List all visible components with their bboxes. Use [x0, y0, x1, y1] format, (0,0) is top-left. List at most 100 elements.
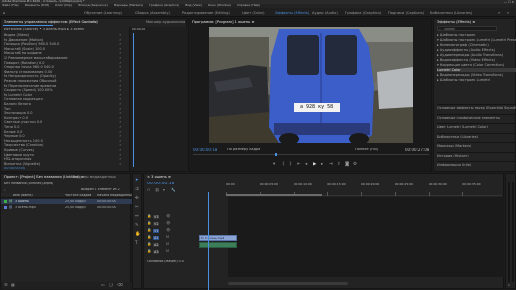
mark-in-icon[interactable]: { — [282, 162, 285, 167]
reset-icon[interactable]: ↺ — [119, 93, 122, 97]
lift-icon[interactable]: ⇪ — [337, 162, 341, 167]
workspace-assembly[interactable]: Сборка (Assembly) — [135, 11, 170, 15]
eye-icon[interactable]: 👁 — [166, 228, 170, 232]
workspace-color[interactable]: Цвет (Color) — [242, 11, 265, 15]
reset-icon[interactable]: ↺ — [119, 157, 122, 161]
reset-icon[interactable]: ↺ — [119, 130, 122, 134]
reset-icon[interactable]: ↺ — [119, 102, 122, 106]
resolution-dropdown[interactable]: Полное (Full) — [355, 148, 378, 152]
project-row[interactable]: ▤ 3 ошень 25,00 кадр/с 00:00:00:00 — [1, 199, 132, 204]
reset-icon[interactable]: ↺ — [119, 120, 122, 124]
tab-program[interactable]: Программа: [Program] 1 ошень ≡ — [192, 20, 254, 24]
reset-icon[interactable]: ↺ — [119, 61, 122, 65]
reset-icon[interactable]: ↺ — [119, 74, 122, 78]
mute-icon[interactable]: M — [166, 249, 169, 253]
effects-section-header[interactable]: Информация (Info) — [437, 161, 516, 166]
effects-tree-item[interactable]: ▸ Шаблоны настроек Lumetri — [437, 78, 516, 82]
header-name[interactable]: Имя (Name) — [13, 194, 33, 197]
track-header[interactable]: 🔒 V1 👁 — [144, 228, 228, 235]
playback-scrubber[interactable] — [193, 154, 429, 155]
reset-icon[interactable]: ↺ — [119, 111, 122, 115]
reset-icon[interactable]: ↺ — [119, 107, 122, 111]
reset-icon[interactable]: ↺ — [119, 79, 122, 83]
effects-tree-item[interactable]: ▸ Видеоэффекты (Video Effects) — [437, 58, 516, 62]
lock-icon[interactable]: 🔒 — [147, 242, 151, 246]
reset-icon[interactable]: ↺ — [119, 47, 122, 51]
trash-icon[interactable]: ⌫ — [117, 283, 123, 287]
reset-icon[interactable]: ↺ — [119, 65, 122, 69]
effects-tree-item[interactable]: ▸ Видеопереходы (Video Transitions) — [437, 73, 516, 77]
effects-section-header[interactable]: История (History) — [437, 151, 516, 157]
clip-header[interactable]: Источник (Source) • 3 осень.mp4 ▸ 3 осен… — [4, 28, 84, 32]
search-icon[interactable]: ⌕ — [4, 188, 6, 192]
effects-search-input[interactable]: lumetri ⌕ — [437, 26, 497, 31]
scrubber-playhead[interactable] — [275, 153, 277, 156]
effects-tree-item[interactable]: ▸ Кинематограф (Cinematic) — [437, 43, 516, 47]
add-marker-icon[interactable]: ▾ — [163, 188, 165, 193]
reset-icon[interactable]: ↺ — [119, 134, 122, 138]
menu-edit[interactable]: Изменить (Edit) — [25, 4, 49, 7]
effects-section-header[interactable]: Основные графические элементы — [437, 113, 516, 119]
track-header[interactable]: 🔒 A3 M — [144, 249, 228, 256]
reset-icon[interactable]: ↺ — [119, 56, 122, 60]
settings-icon[interactable]: ⚙ — [353, 162, 357, 167]
video-clip[interactable]: fx 3 осень.mp4 — [199, 235, 237, 241]
video-frame[interactable]: а 928 ку 58 — [209, 27, 413, 143]
track-label[interactable]: V1 — [153, 228, 160, 233]
audio-clip[interactable] — [199, 242, 237, 248]
reset-icon[interactable]: ↺ — [119, 139, 122, 143]
reset-icon[interactable]: ↺ — [119, 51, 122, 55]
menu-clip[interactable]: Клип (Clip) — [55, 4, 72, 7]
track-header[interactable]: 🔒 V3 👁 — [144, 214, 228, 221]
export-frame-icon[interactable]: ◙ — [345, 162, 349, 167]
track-header[interactable]: 🔒 V2 👁 — [144, 221, 228, 228]
workspace-learning[interactable]: Обучение (Learning) — [84, 11, 122, 15]
reset-icon[interactable]: ↺ — [119, 70, 122, 74]
eye-icon[interactable]: 👁 — [166, 221, 170, 225]
program-timecode[interactable]: 00:00:00:18 — [193, 148, 217, 152]
effects-section-header[interactable]: Цвет Lumetri (Lumetri Color) — [437, 123, 516, 128]
razor-tool-icon[interactable]: ✂ — [135, 205, 139, 210]
play-icon[interactable]: ▶ — [313, 162, 316, 167]
workspace-captions[interactable]: Подписи (Captions) — [388, 11, 424, 15]
reset-icon[interactable]: ↺ — [119, 42, 122, 46]
keyframe-playhead[interactable] — [133, 33, 134, 167]
effects-section-header[interactable]: Основные эффекты звука (Essential Sound) — [437, 104, 516, 109]
icon-view-icon[interactable]: ▦ — [11, 283, 15, 287]
reset-icon[interactable]: ↺ — [119, 143, 122, 147]
list-view-icon[interactable]: ☰ — [4, 283, 8, 287]
menu-sequence[interactable]: Эпизод (Sequence) — [78, 4, 108, 7]
add-marker-icon[interactable]: ▾ — [273, 162, 275, 167]
effect-row[interactable]: Виньетка (Vignette) — [4, 162, 128, 166]
track-label[interactable]: V2 — [153, 221, 160, 226]
track-label[interactable]: A2 — [153, 242, 160, 247]
mark-out-icon[interactable]: } — [289, 162, 292, 167]
hand-tool-icon[interactable]: ✋ — [135, 232, 140, 237]
timeline-scrollbar[interactable] — [228, 282, 348, 285]
effects-tree-item[interactable]: ▸ Аудиопереходы (Audio Transitions) — [437, 53, 516, 57]
menu-view[interactable]: Вид (View) — [185, 4, 202, 7]
tab-audio-clip-mixer[interactable]: Микшер аудиоклипа — [146, 20, 185, 24]
linked-selection-icon[interactable]: ⛓ — [155, 188, 160, 193]
track-label[interactable]: A1 — [153, 235, 160, 240]
tab-media-browser[interactable]: Браузер медиаданных — [73, 175, 116, 179]
effects-tree-item[interactable]: ▾ Коррекция цвета (Color Correction) — [437, 63, 516, 67]
header-media-start[interactable]: Начало медиаданных — [97, 194, 134, 197]
pen-tool-icon[interactable]: ✎ — [135, 223, 139, 228]
fit-dropdown[interactable]: По размеру кадра — [227, 148, 260, 152]
timeline-timecode[interactable]: 00:00:00:18 — [147, 182, 174, 187]
new-bin-icon[interactable]: ▭ — [101, 283, 105, 287]
go-to-in-icon[interactable]: ⇤ — [297, 162, 301, 167]
project-row[interactable]: ▥ 3 осень.mp4 25,00 кадр/с 00:00:00:00 — [1, 205, 132, 210]
header-framerate[interactable]: Частота кадров — [65, 194, 91, 197]
effects-tree-item[interactable]: Lumetri Color — [437, 68, 516, 73]
track-label[interactable]: A3 — [153, 249, 160, 254]
go-to-out-icon[interactable]: ⇥ — [329, 162, 333, 167]
reset-icon[interactable]: ↺ — [119, 116, 122, 120]
ripple-edit-icon[interactable]: ✣ — [135, 196, 139, 201]
tab-project[interactable]: Проект: [Project] Без названия (Untitled… — [4, 175, 84, 179]
slip-tool-icon[interactable]: ↔ — [135, 214, 139, 219]
menu-window[interactable]: Окно (Window) — [208, 4, 231, 7]
effects-tree-item[interactable]: ▸ Шаблоны настроек — [437, 33, 516, 37]
workspace-audio[interactable]: Аудио (Audio) — [312, 11, 338, 15]
